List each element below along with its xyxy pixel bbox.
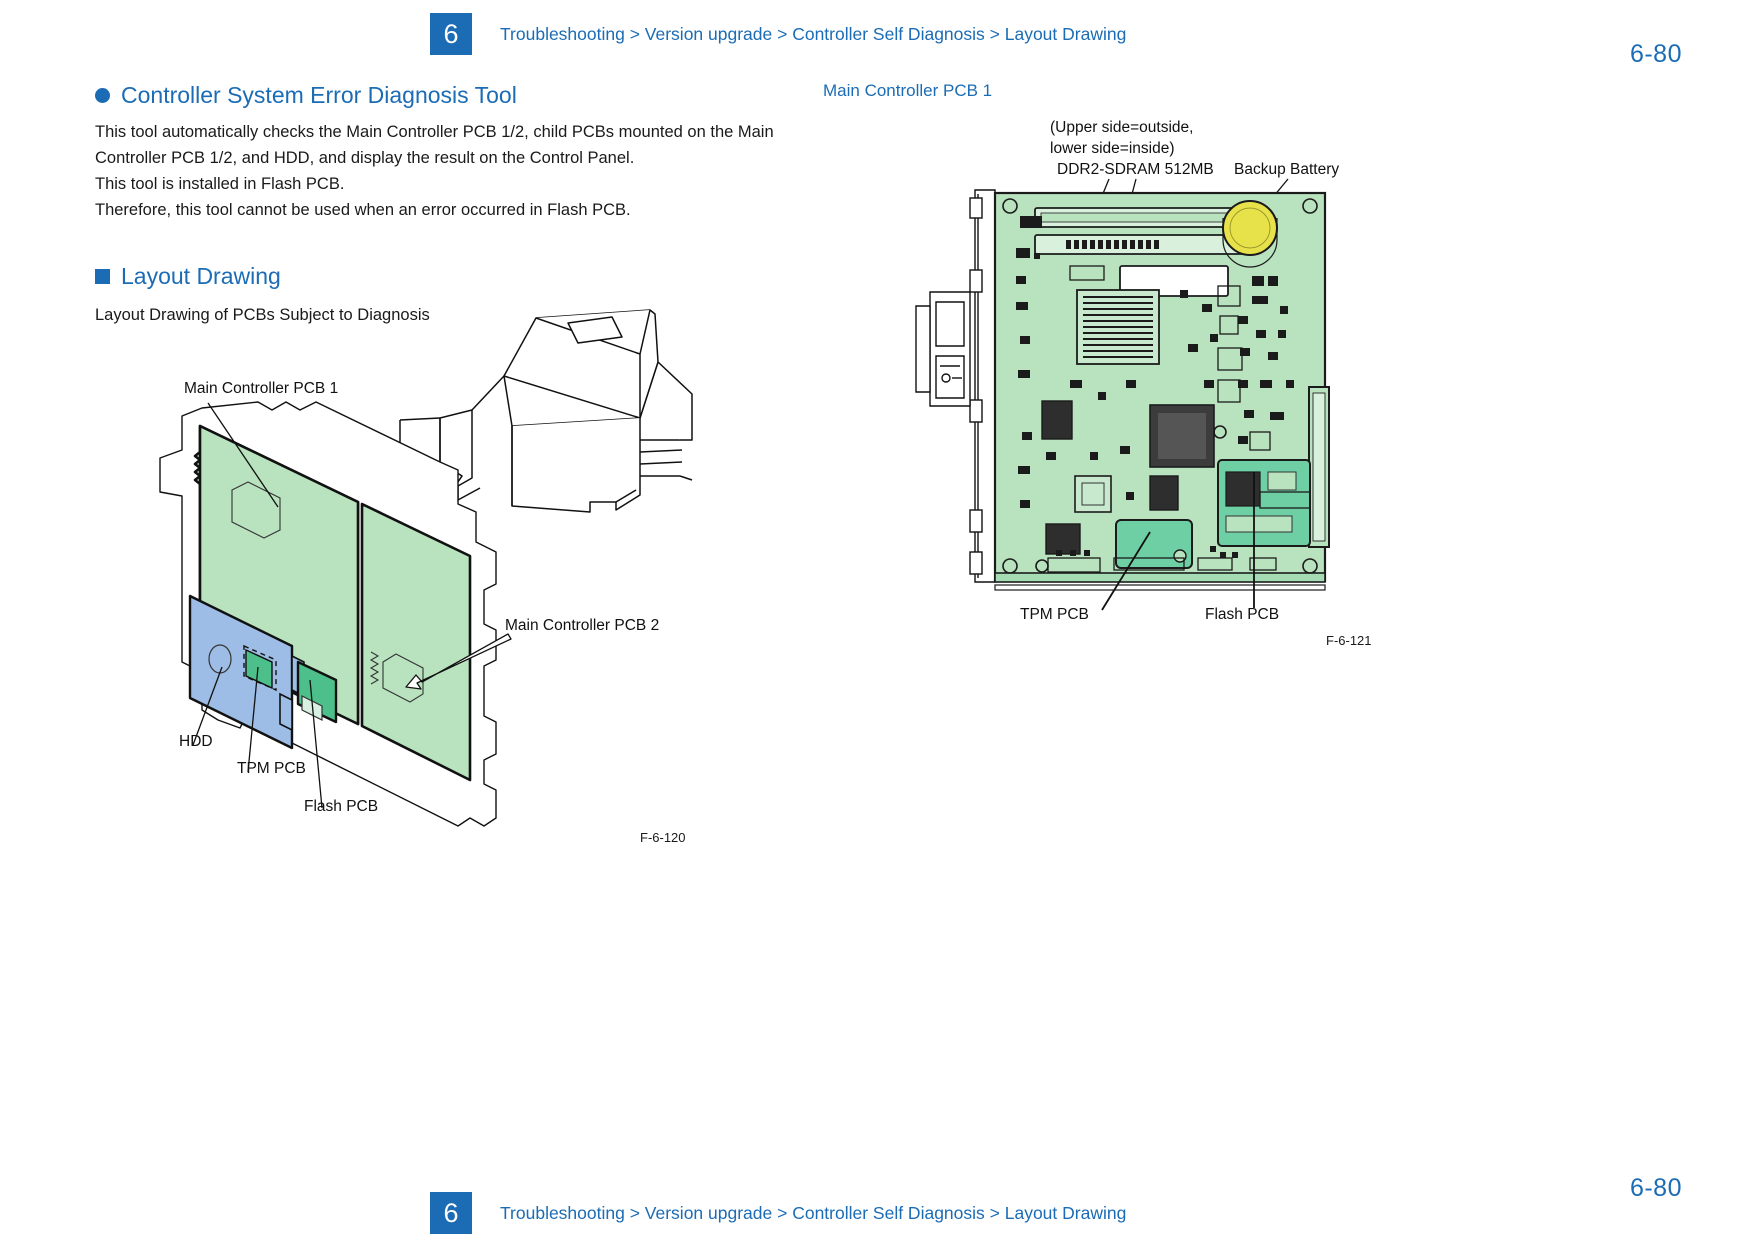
callout-tpm-pcb: TPM PCB — [237, 760, 306, 777]
callout-backup-battery: Backup Battery — [1234, 161, 1340, 178]
callout-note-line-1: (Upper side=outside, — [1050, 119, 1194, 136]
bullet-dot-icon — [95, 88, 110, 103]
left-column: Controller System Error Diagnosis Tool T… — [95, 82, 885, 325]
footer-chapter-number-badge: 6 — [430, 1192, 472, 1234]
section-heading-text: Controller System Error Diagnosis Tool — [121, 82, 517, 108]
paragraph-line-4: Therefore, this tool cannot be used when… — [95, 201, 631, 219]
main-asic-chip — [1076, 289, 1160, 365]
chip-secondary-c — [1149, 475, 1179, 511]
pcb-mounting-bracket — [915, 189, 996, 583]
chip-secondary-b — [1074, 475, 1112, 513]
footer-breadcrumb: Troubleshooting > Version upgrade > Cont… — [500, 1202, 1127, 1223]
footer-running-head: 6 Troubleshooting > Version upgrade > Co… — [430, 1192, 1126, 1234]
right-edge-connector — [1308, 386, 1330, 548]
figure-pcb-layout-exploded: Main Controller PCB 1 Main Controller PC… — [140, 290, 840, 850]
subsection-heading-text: Layout Drawing — [121, 263, 281, 289]
breadcrumb: Troubleshooting > Version upgrade > Cont… — [500, 23, 1127, 44]
callout-hdd: HDD — [179, 733, 213, 750]
chapter-number-badge: 6 — [430, 13, 472, 55]
paragraph-line-2: Controller PCB 1/2, and HDD, and display… — [95, 149, 635, 167]
paragraph-line-1: This tool automatically checks the Main … — [95, 123, 774, 141]
bullet-square-icon — [95, 269, 110, 284]
figure-right-title: Main Controller PCB 1 — [823, 81, 993, 100]
callout-main-controller-pcb-1: Main Controller PCB 1 — [184, 380, 339, 397]
page-number-bottom: 6-80 — [1629, 1174, 1682, 1202]
figure-left-caption: F-6-120 — [640, 830, 686, 845]
heading-layout-drawing: Layout Drawing — [95, 263, 885, 290]
cpu-chip — [1149, 404, 1215, 468]
heading-controller-system-error-diagnosis-tool: Controller System Error Diagnosis Tool — [95, 82, 885, 109]
header-running-head: 6 Troubleshooting > Version upgrade > Co… — [430, 13, 1126, 55]
chip-secondary-a — [1041, 400, 1073, 440]
callout-main-controller-pcb-2: Main Controller PCB 2 — [505, 617, 660, 634]
callout-ddr2-sdram: DDR2-SDRAM 512MB — [1057, 161, 1214, 178]
figure-right-caption: F-6-121 — [1326, 633, 1372, 648]
flash-pcb-module-right — [1217, 459, 1311, 547]
callout-note-line-2: lower side=inside) — [1050, 140, 1175, 157]
tpm-pcb-module-right — [1115, 519, 1193, 569]
chip-secondary-d — [1045, 523, 1081, 555]
callout-tpm-pcb-right: TPM PCB — [1020, 606, 1089, 623]
callout-flash-pcb-right: Flash PCB — [1205, 606, 1280, 623]
figure-main-controller-pcb-1-photo: Main Controller PCB 1 (Upper side=outsid… — [820, 80, 1560, 660]
paragraph-line-3: This tool is installed in Flash PCB. — [95, 175, 345, 193]
callout-flash-pcb: Flash PCB — [304, 798, 379, 815]
page-number-top: 6-80 — [1629, 40, 1682, 68]
